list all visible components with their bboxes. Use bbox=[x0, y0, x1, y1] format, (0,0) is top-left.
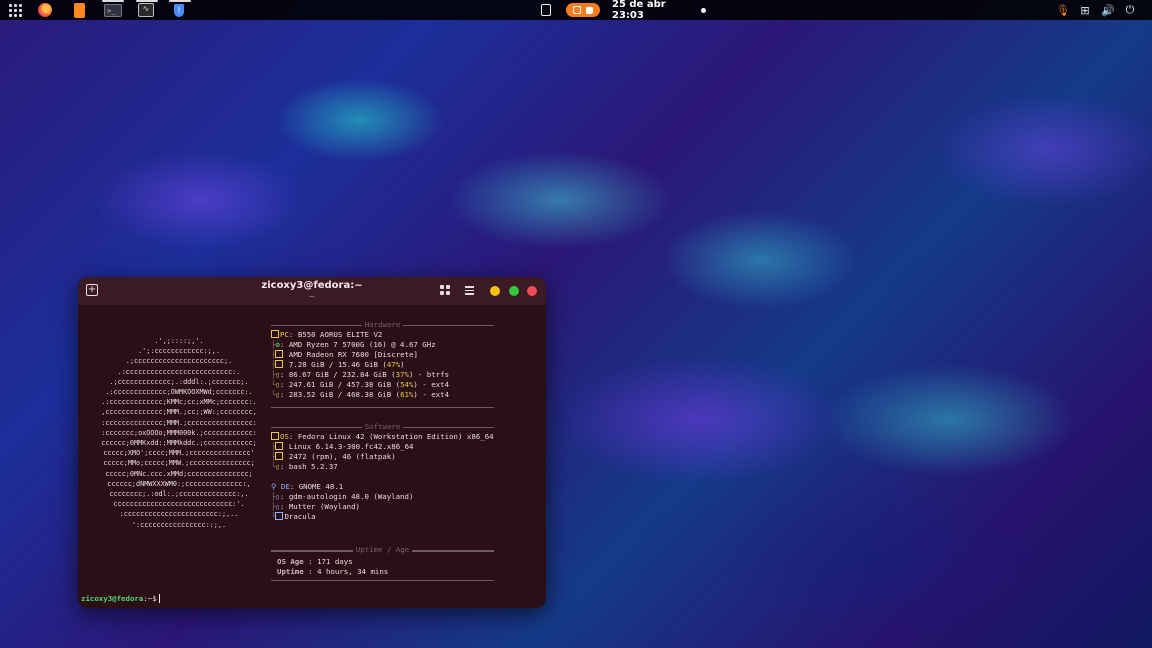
notification-dot-icon bbox=[698, 0, 708, 20]
kernel-line: ├ Linux 6.14.3-300.fc42.x86_64 bbox=[271, 442, 414, 451]
close-button[interactable] bbox=[527, 286, 537, 296]
logo-row: .:ccccccccccccc;OWMKOOXMWd;ccccccc:. bbox=[105, 388, 253, 397]
logo-row: cccccc;0MMKxdd:;MMMkddc.;cccccccccccc; bbox=[101, 439, 257, 448]
logo-row: .';:cccccccccccc:;,. bbox=[138, 347, 220, 356]
de-line: ⚲ DE: GNOME 48.1 bbox=[271, 482, 344, 491]
logo-row: .;ccccccccccccc;.:dddl:.;ccccccc;. bbox=[109, 377, 249, 386]
os-line: OS: Fedora Linux 42 (Workstation Edition… bbox=[271, 432, 494, 442]
shell-line: └▯: bash 5.2.37 bbox=[271, 462, 338, 471]
logo-row: :ccccccccccccccccccccccc:;,.. bbox=[119, 510, 239, 519]
clock[interactable]: 25 de abr 23:03 bbox=[612, 0, 696, 21]
hardware-title: Hardware bbox=[361, 320, 404, 329]
clipboard-icon[interactable] bbox=[538, 0, 554, 20]
window-subtitle: ~ bbox=[308, 292, 316, 301]
terminal-output[interactable]: .',;::::;,'. .';:cccccccccccc:;,. .;cccccc… bbox=[78, 305, 546, 608]
uptime-section: Uptime / Age OS Age : 171 days Uptime : … bbox=[271, 545, 494, 581]
security-shield-icon[interactable]: ! bbox=[170, 0, 188, 20]
login-manager-line: ├▯: gdm-autologin 48.0 (Wayland) bbox=[271, 492, 414, 501]
theme-line: └ Dracula bbox=[271, 512, 316, 521]
window-title: zicoxy3@fedora:~ bbox=[261, 280, 363, 291]
system-monitor-icon[interactable]: ∿ bbox=[137, 0, 155, 20]
logo-row: ccccc;0MNc.ccc.xMMd;ccccccccccccccc; bbox=[105, 469, 253, 478]
window-manager-line: ├▯: Mutter (Wayland) bbox=[271, 502, 361, 511]
logo-row: :ccccccc;oxOOOo;MMM000k.;cccccccccccc: bbox=[101, 428, 257, 437]
logo-row: ccccc;XMO';cccc;MMM.;ccccccccccccccc' bbox=[103, 449, 255, 458]
logo-row: .:cccccccccccccccccccccccccc:. bbox=[117, 367, 241, 376]
memory-line: ├ 7.28 GiB / 15.46 GiB (47%) bbox=[271, 360, 405, 369]
terminal-icon[interactable]: >_ bbox=[104, 0, 122, 20]
software-section: Software OS: Fedora Linux 42 (Workstatio… bbox=[271, 422, 494, 552]
disk-3-line: └▯: 283.52 GiB / 468.38 GiB (61%) - ext4 bbox=[271, 390, 450, 399]
software-title: Software bbox=[361, 422, 404, 431]
packages-line: ├ 2472 (rpm), 46 (flatpak) bbox=[271, 452, 396, 461]
os-age-line: OS Age : 171 days bbox=[277, 557, 353, 566]
power-icon[interactable]: ⏻ bbox=[1122, 0, 1138, 20]
text-cursor bbox=[158, 594, 160, 603]
shell-prompt[interactable]: zicoxy3@fedora:~$ bbox=[81, 594, 160, 603]
screen-record-indicator-icon[interactable] bbox=[566, 3, 600, 17]
apps-grid-icon[interactable] bbox=[6, 0, 24, 20]
uptime-title: Uptime / Age bbox=[352, 545, 413, 554]
minimize-button[interactable] bbox=[490, 286, 500, 296]
tab-overview-icon[interactable] bbox=[440, 285, 450, 295]
firefox-icon[interactable] bbox=[36, 0, 54, 20]
files-icon[interactable] bbox=[70, 0, 88, 20]
gpu-line: ├ AMD Radeon RX 7600 [Discrete] bbox=[271, 350, 418, 359]
fedora-ascii-logo: .',;::::;,'. .';:cccccccccccc:;,. .;cccccc… bbox=[90, 336, 268, 530]
microphone-icon[interactable]: 🎙 bbox=[1056, 0, 1070, 20]
logo-row: cccccc;dNMWXXXWM0:;cccccccccccccc:, bbox=[107, 479, 251, 488]
cpu-line: ├⚙: AMD Ryzen 7 5700G (16) @ 4.67 GHz bbox=[271, 340, 436, 349]
volume-icon[interactable]: 🔊 bbox=[1100, 0, 1116, 20]
logo-row: .;cccccccccccccccccccccc;. bbox=[125, 357, 233, 366]
hamburger-menu-icon[interactable] bbox=[465, 286, 474, 297]
hardware-section: Hardware PC: B550 AORUS ELITE V2 ├⚙: AMD… bbox=[271, 320, 494, 408]
disk-2-line: └▯: 247.61 GiB / 457.38 GiB (54%) - ext4 bbox=[271, 380, 450, 389]
disk-root-line: ├▯: 86.67 GiB / 232.84 GiB (37%) - btrfs bbox=[271, 370, 450, 379]
logo-row: .:ccccccccccccc;KMMc;cc;xMMc;ccccccc:. bbox=[101, 398, 257, 407]
logo-row: :cccccccccccccc;MMM.;cccccccccccccccc: bbox=[101, 418, 257, 427]
pc-line: PC: B550 AORUS ELITE V2 bbox=[271, 330, 382, 340]
logo-row: ,cccccccccccccc;MMM.;cc;;WW:;cccccccc, bbox=[101, 408, 257, 417]
terminal-headerbar[interactable]: + zicoxy3@fedora:~ ~ bbox=[78, 277, 546, 305]
top-bar: >_ ∿ ! 25 de abr 23:03 🎙 ⊞ 🔊 ⏻ bbox=[0, 0, 1152, 21]
logo-row: cccccccc;.:odl:.;cccccccccccccc:,. bbox=[109, 490, 249, 499]
terminal-window[interactable]: + zicoxy3@fedora:~ ~ .',;::::;,'..';:ccc… bbox=[78, 277, 546, 608]
logo-row: ':cccccccccccccccc::;,. bbox=[131, 520, 227, 529]
network-icon[interactable]: ⊞ bbox=[1078, 0, 1092, 20]
uptime-line: Uptime : 4 hours, 34 mins bbox=[277, 567, 389, 576]
logo-row: ccccccccccccccccccccccccccccc:'. bbox=[113, 500, 245, 509]
logo-row: ccccc;MMo;ccccc;MMW.;ccccccccccccccc; bbox=[103, 459, 255, 468]
logo-row: .',;::::;,'. bbox=[154, 337, 204, 345]
maximize-button[interactable] bbox=[509, 286, 519, 296]
